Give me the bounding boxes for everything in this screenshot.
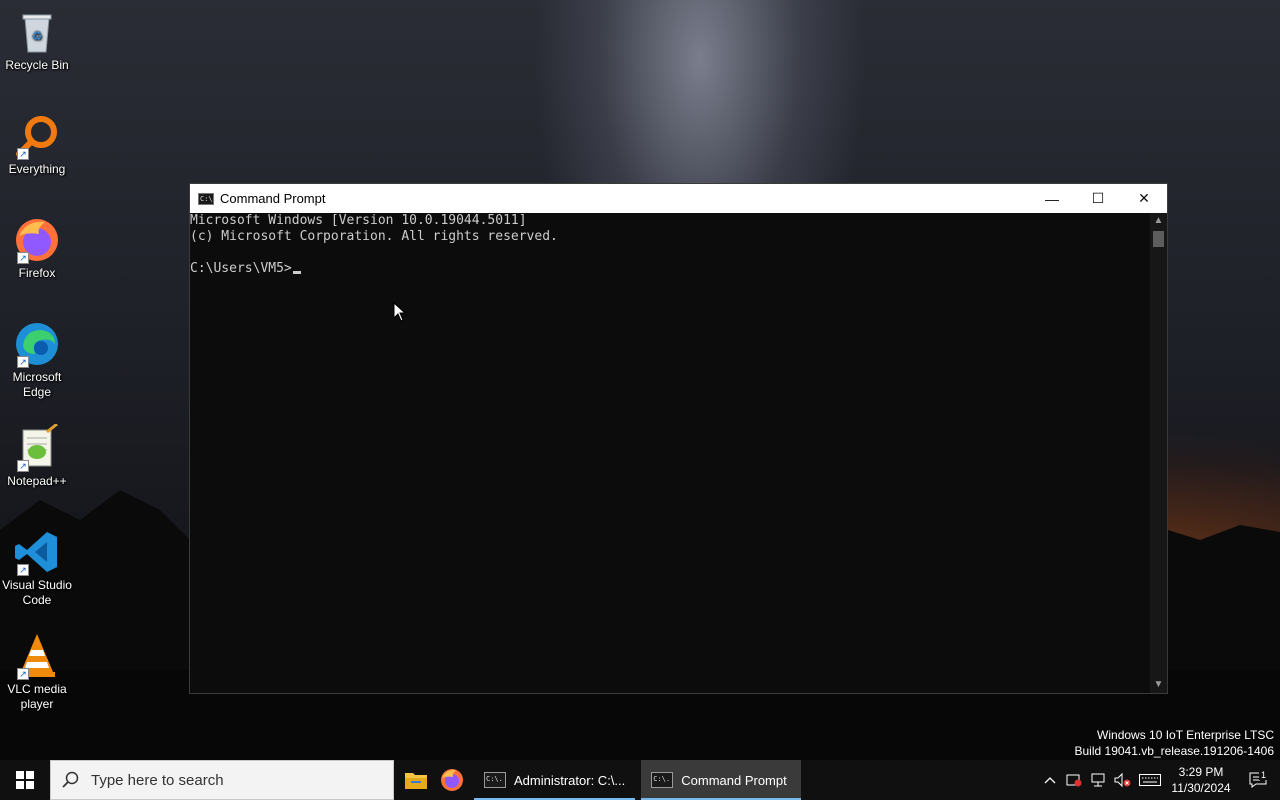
- desktop-icon-microsoft-edge[interactable]: ↗ Microsoft Edge: [0, 320, 74, 400]
- network-icon[interactable]: [1086, 760, 1110, 800]
- everything-search-icon: ↗: [13, 112, 61, 160]
- minimize-button[interactable]: —: [1029, 184, 1075, 213]
- console-prompt: C:\Users\VM5>: [190, 261, 292, 276]
- command-prompt-window[interactable]: C:\. Command Prompt — ☐ ✕ Microsoft Wind…: [189, 183, 1168, 694]
- taskbar-file-explorer[interactable]: [398, 760, 434, 800]
- console-line: (c) Microsoft Corporation. All rights re…: [190, 229, 558, 244]
- search-icon: [51, 771, 91, 789]
- window-title: Command Prompt: [220, 191, 326, 206]
- folder-icon: [405, 773, 427, 789]
- firefox-icon: ↗: [13, 216, 61, 264]
- shortcut-arrow-icon: ↗: [17, 252, 29, 264]
- desktop-icon-vscode[interactable]: ↗ Visual Studio Code: [0, 528, 74, 608]
- console-output[interactable]: Microsoft Windows [Version 10.0.19044.50…: [190, 213, 1150, 693]
- scroll-up-arrow-icon[interactable]: ▲: [1150, 213, 1167, 229]
- scroll-down-arrow-icon[interactable]: ▼: [1150, 677, 1167, 693]
- svg-text:♻: ♻: [32, 29, 43, 43]
- desktop-icon-label: Recycle Bin: [5, 58, 69, 72]
- desktop-icon-recycle-bin[interactable]: ♻ Recycle Bin: [0, 8, 74, 73]
- notepad-plus-plus-icon: ↗: [13, 422, 61, 472]
- text-cursor: [292, 271, 301, 274]
- vscode-icon: ↗: [13, 528, 61, 576]
- cmd-icon: C:\.: [651, 772, 674, 788]
- recycle-bin-icon: ♻: [13, 8, 61, 56]
- taskbar-clock[interactable]: 3:29 PM 11/30/2024: [1166, 764, 1236, 796]
- desktop-icon-label: Everything: [8, 162, 66, 176]
- desktop-icon-label: Notepad++: [7, 474, 67, 488]
- action-center-button[interactable]: 1: [1236, 770, 1280, 788]
- scroll-thumb[interactable]: [1153, 231, 1164, 247]
- clock-time: 3:29 PM: [1178, 765, 1224, 779]
- search-placeholder: Type here to search: [91, 771, 224, 789]
- close-button[interactable]: ✕: [1121, 184, 1167, 213]
- vlc-icon: ↗: [13, 632, 61, 680]
- windows-logo-icon: [16, 771, 34, 789]
- shortcut-arrow-icon: ↗: [17, 668, 29, 680]
- start-button[interactable]: [0, 760, 50, 800]
- window-titlebar[interactable]: C:\. Command Prompt — ☐ ✕: [190, 184, 1167, 213]
- cmd-icon: C:\.: [484, 772, 506, 788]
- taskbar-task-administrator-cmd[interactable]: C:\. Administrator: C:\...: [474, 760, 636, 800]
- security-center-icon[interactable]: [1062, 760, 1086, 800]
- console-line: Microsoft Windows [Version 10.0.19044.50…: [190, 213, 527, 228]
- cmd-icon: C:\.: [198, 192, 217, 205]
- task-label: Command Prompt: [681, 772, 787, 788]
- desktop-icon-notepad-plus-plus[interactable]: ↗ Notepad++: [0, 422, 74, 489]
- shortcut-arrow-icon: ↗: [17, 356, 29, 368]
- firefox-icon: [441, 769, 463, 791]
- task-label: Administrator: C:\...: [514, 772, 626, 788]
- desktop-icon-label: Microsoft Edge: [12, 370, 62, 399]
- notification-count-badge: 1: [1258, 770, 1268, 780]
- taskbar-search-box[interactable]: Type here to search: [50, 760, 394, 800]
- shortcut-arrow-icon: ↗: [17, 564, 29, 576]
- vertical-scrollbar[interactable]: ▲ ▼: [1150, 213, 1167, 693]
- desktop-icon-label: VLC media player: [7, 682, 67, 711]
- edge-icon: ↗: [13, 320, 61, 368]
- taskbar: Type here to search C:\. Administrator: …: [0, 760, 1280, 800]
- desktop-icon-label: Firefox: [18, 266, 56, 280]
- taskbar-firefox[interactable]: [434, 760, 470, 800]
- taskbar-task-command-prompt[interactable]: C:\. Command Prompt: [641, 760, 802, 800]
- mouse-pointer-icon: [393, 302, 407, 322]
- desktop-icon-firefox[interactable]: ↗ Firefox: [0, 216, 74, 281]
- shortcut-arrow-icon: ↗: [17, 148, 29, 160]
- maximize-button[interactable]: ☐: [1075, 184, 1121, 213]
- watermark-build: Build 19041.vb_release.191206-1406: [1074, 744, 1275, 758]
- desktop-icon-label: Visual Studio Code: [2, 578, 72, 607]
- watermark-edition: Windows 10 IoT Enterprise LTSC: [1097, 728, 1274, 742]
- keyboard-icon[interactable]: [1134, 760, 1166, 800]
- desktop-icon-vlc[interactable]: ↗ VLC media player: [0, 632, 74, 712]
- console-prompt-line: C:\Users\VM5>: [190, 261, 1150, 277]
- shortcut-arrow-icon: ↗: [17, 460, 29, 472]
- volume-muted-icon[interactable]: [1110, 760, 1134, 800]
- show-hidden-icons-chevron-icon[interactable]: [1038, 760, 1062, 800]
- windows-watermark: Windows 10 IoT Enterprise LTSC Build 190…: [1075, 727, 1275, 759]
- clock-date: 11/30/2024: [1171, 781, 1231, 795]
- desktop-icon-everything[interactable]: ↗ Everything: [0, 112, 74, 177]
- system-tray: 3:29 PM 11/30/2024 1: [1038, 760, 1280, 800]
